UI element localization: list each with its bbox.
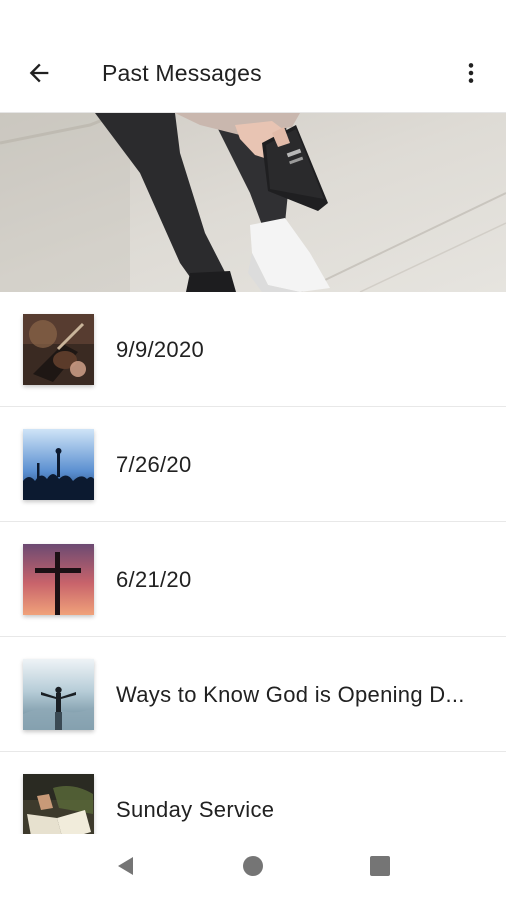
app-bar: Past Messages <box>0 34 506 113</box>
list-item[interactable]: 9/9/2020 <box>0 292 506 407</box>
message-title: 7/26/20 <box>116 452 192 477</box>
person-holding-bible-illustration <box>0 113 506 292</box>
message-title: Ways to Know God is Opening D... <box>116 682 465 707</box>
messages-list: 9/9/2020 7/26/20 6/21/20 Ways to Know Go… <box>0 292 506 834</box>
back-button[interactable] <box>18 52 60 94</box>
list-item[interactable]: Sunday Service <box>0 752 506 834</box>
man-arms-open-thumbnail <box>23 659 94 730</box>
nav-home-button[interactable] <box>233 846 273 886</box>
hero-image <box>0 113 506 292</box>
cross-sunset-thumbnail <box>23 544 94 615</box>
status-bar <box>0 0 506 34</box>
message-title: Sunday Service <box>116 797 275 822</box>
message-title: 6/21/20 <box>116 567 192 592</box>
list-item[interactable]: 7/26/20 <box>0 407 506 522</box>
more-vert-icon <box>468 63 474 83</box>
guitar-worship-thumbnail <box>23 314 94 385</box>
message-title: 9/9/2020 <box>116 337 205 362</box>
arrow-back-icon <box>29 63 49 83</box>
nav-recents-square-icon <box>370 856 390 876</box>
nav-back-triangle-icon <box>118 857 133 875</box>
overflow-menu-button[interactable] <box>450 52 492 94</box>
past-messages-screen: Past Messages 9/9/2020 7/26/20 6/21/20 W… <box>0 0 506 900</box>
concert-crowd-thumbnail <box>23 429 94 500</box>
system-navigation-bar <box>0 834 506 900</box>
nav-recents-button[interactable] <box>360 846 400 886</box>
open-bible-thumbnail <box>23 774 94 834</box>
nav-back-button[interactable] <box>106 846 146 886</box>
list-item[interactable]: 6/21/20 <box>0 522 506 637</box>
list-item[interactable]: Ways to Know God is Opening D... <box>0 637 506 752</box>
nav-home-circle-icon <box>243 856 263 876</box>
page-title: Past Messages <box>102 60 262 86</box>
